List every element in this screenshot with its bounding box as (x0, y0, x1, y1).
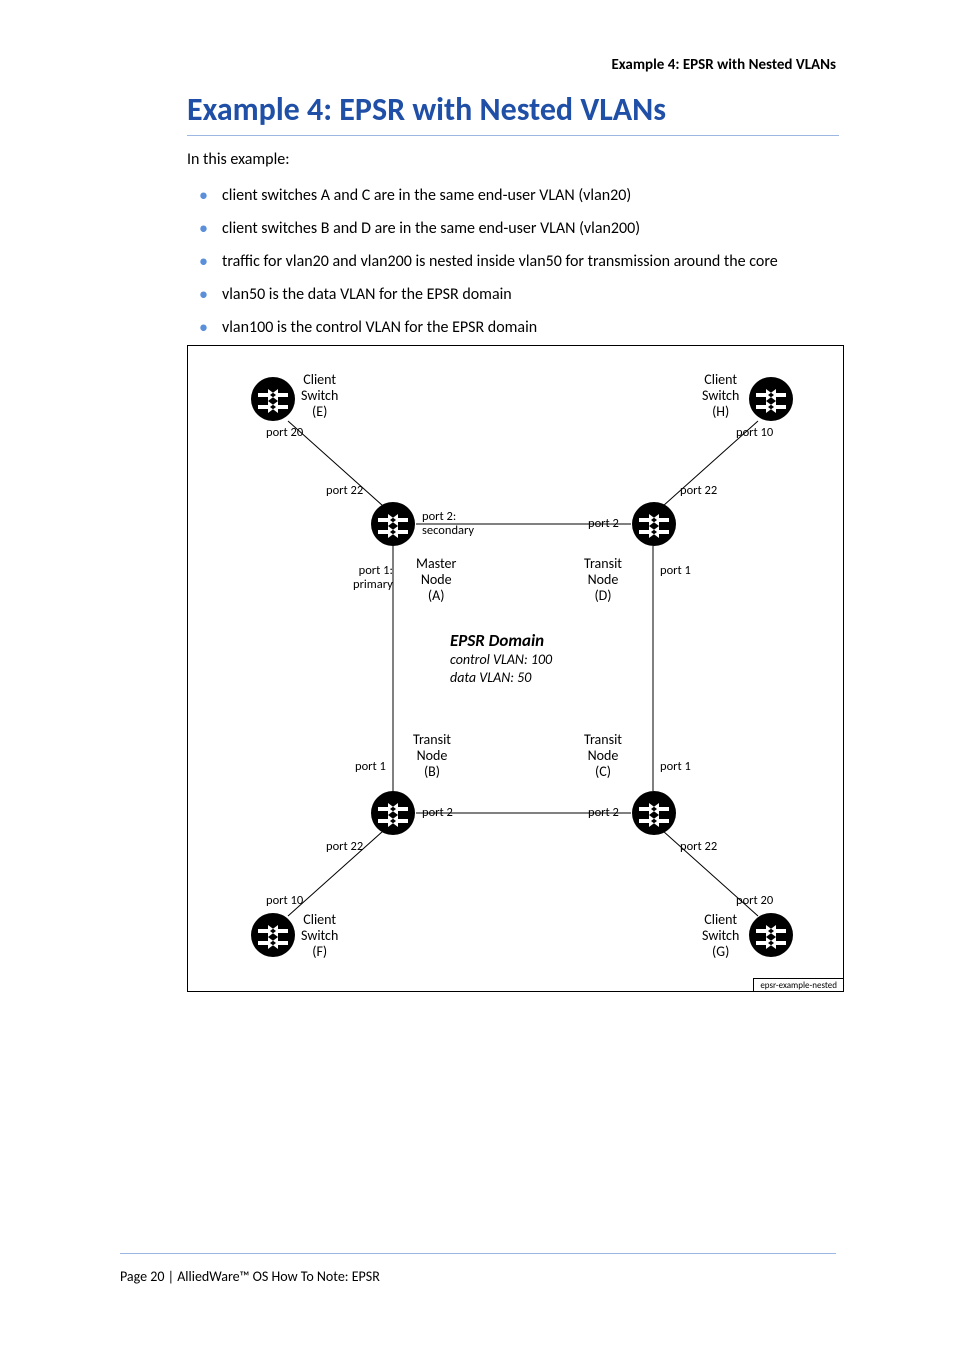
port-label: port 22 (326, 484, 363, 498)
list-item: traffic for vlan20 and vlan200 is nested… (187, 252, 847, 271)
switch-icon (250, 376, 296, 422)
port-label: port 20 (266, 426, 303, 440)
port-label: port 2 (588, 517, 619, 531)
node-label-a: Master Node (A) (416, 556, 456, 604)
node-label-f: Client Switch (F) (301, 912, 338, 960)
port-label: port 10 (736, 426, 773, 440)
port-label: port 2:secondary (422, 510, 474, 538)
epsr-domain-label: EPSR Domain control VLAN: 100 data VLAN:… (450, 632, 552, 687)
port-label: port 2 (588, 806, 619, 820)
bullet-list: client switches A and C are in the same … (187, 172, 847, 337)
node-label-c: Transit Node (C) (584, 732, 622, 780)
port-label: port 1:primary (353, 564, 393, 592)
figure-caption: epsr-example-nested (753, 978, 844, 992)
port-label: port 20 (736, 894, 773, 908)
switch-icon (370, 501, 416, 547)
node-label-e: Client Switch (E) (301, 372, 338, 420)
page-title: Example 4: EPSR with Nested VLANs (187, 90, 839, 136)
switch-icon (748, 376, 794, 422)
switch-icon (631, 501, 677, 547)
list-item: client switches B and D are in the same … (187, 219, 847, 238)
intro-text: In this example: (187, 150, 290, 169)
node-label-d: Transit Node (D) (584, 556, 622, 604)
node-label-g: Client Switch (G) (702, 912, 739, 960)
node-label-b: Transit Node (B) (413, 732, 451, 780)
port-label: port 1 (660, 564, 691, 578)
switch-icon (250, 912, 296, 958)
switch-icon (748, 912, 794, 958)
footer-rule (120, 1253, 836, 1254)
port-label: port 1 (660, 760, 691, 774)
list-item: vlan50 is the data VLAN for the EPSR dom… (187, 285, 847, 304)
footer-text: Page 20 | AlliedWare™ OS How To Note: EP… (120, 1268, 380, 1285)
running-header: Example 4: EPSR with Nested VLANs (611, 56, 836, 74)
port-label: port 10 (266, 894, 303, 908)
topology-figure: Client Switch (E) port 20 Client Switch … (187, 345, 844, 992)
list-item: client switches A and C are in the same … (187, 186, 847, 205)
port-label: port 2 (422, 806, 453, 820)
port-label: port 1 (355, 760, 386, 774)
port-label: port 22 (326, 840, 363, 854)
port-label: port 22 (680, 484, 717, 498)
switch-icon (370, 790, 416, 836)
list-item: vlan100 is the control VLAN for the EPSR… (187, 318, 847, 337)
node-label-h: Client Switch (H) (702, 372, 739, 420)
port-label: port 22 (680, 840, 717, 854)
switch-icon (631, 790, 677, 836)
